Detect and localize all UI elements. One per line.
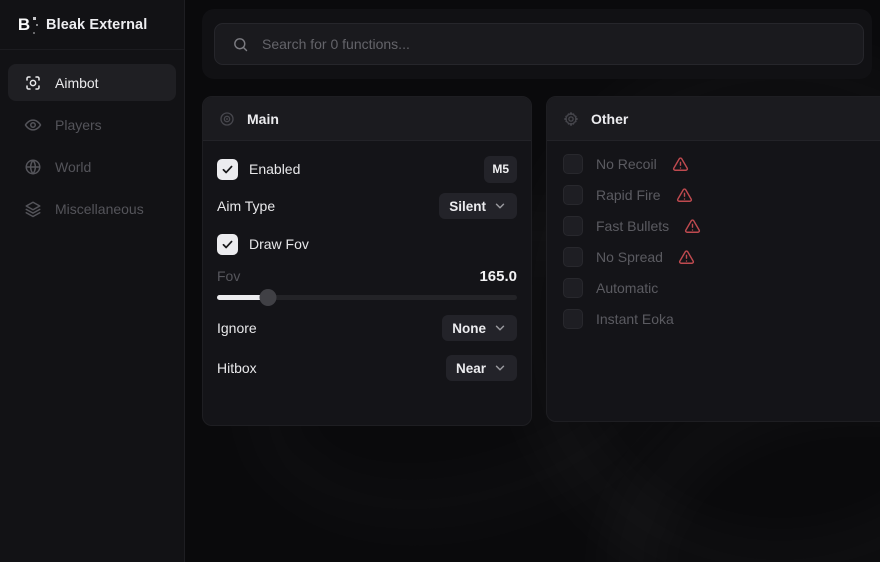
enabled-label: Enabled [249, 161, 300, 177]
sidebar-nav: Aimbot Players World Miscellaneous [0, 50, 184, 241]
instant-eoka-checkbox[interactable] [563, 309, 583, 329]
sidebar: B Bleak External Aimbot Players World Misce… [0, 0, 185, 562]
aim-type-row: Aim Type Silent [217, 193, 517, 219]
search-input[interactable] [262, 36, 846, 52]
warning-icon [672, 156, 689, 173]
search-panel [202, 9, 872, 79]
chevron-down-icon [493, 321, 507, 335]
rapid-fire-label: Rapid Fire [596, 187, 661, 203]
aim-type-value: Silent [449, 199, 486, 214]
sidebar-item-aimbot[interactable]: Aimbot [8, 64, 176, 101]
sidebar-item-label: Players [55, 117, 102, 133]
other-row-no-spread: No Spread [563, 247, 875, 267]
check-icon [221, 238, 234, 251]
enabled-checkbox[interactable] [217, 159, 238, 180]
rapid-fire-checkbox[interactable] [563, 185, 583, 205]
no-recoil-checkbox[interactable] [563, 154, 583, 174]
sidebar-item-label: Miscellaneous [55, 201, 144, 217]
fast-bullets-checkbox[interactable] [563, 216, 583, 236]
aim-type-label: Aim Type [217, 198, 275, 214]
other-row-automatic: Automatic [563, 278, 875, 298]
draw-fov-row: Draw Fov [217, 231, 517, 257]
warning-icon [676, 187, 693, 204]
other-panel: Other No RecoilRapid FireFast BulletsNo … [546, 96, 880, 422]
check-icon [221, 163, 234, 176]
enabled-row: Enabled M5 [217, 155, 517, 183]
fast-bullets-label: Fast Bullets [596, 218, 669, 234]
draw-fov-label: Draw Fov [249, 236, 309, 252]
hitbox-select[interactable]: Near [446, 355, 517, 381]
fov-label: Fov [217, 268, 240, 284]
globe-icon [24, 158, 42, 176]
layers-icon [24, 200, 42, 218]
fov-slider[interactable] [217, 289, 517, 306]
other-row-fast-bullets: Fast Bullets [563, 216, 875, 236]
hitbox-label: Hitbox [217, 360, 257, 376]
search-box[interactable] [214, 23, 864, 65]
search-icon [232, 36, 249, 53]
main-panel-body: Enabled M5 Aim Type Silent Draw Fov [203, 141, 531, 381]
automatic-label: Automatic [596, 280, 658, 296]
ignore-row: Ignore None [217, 315, 517, 341]
ignore-select[interactable]: None [442, 315, 517, 341]
main-content: Main Enabled M5 Aim Type Silent [185, 0, 880, 562]
draw-fov-checkbox[interactable] [217, 234, 238, 255]
logo-letter: B [18, 16, 30, 33]
target-icon [219, 111, 235, 127]
warning-icon [678, 249, 695, 266]
app-title: Bleak External [46, 17, 147, 33]
main-panel: Main Enabled M5 Aim Type Silent [202, 96, 532, 426]
fov-value: 165.0 [479, 268, 517, 285]
app-window: B Bleak External Aimbot Players World Misce… [0, 0, 880, 562]
no-spread-label: No Spread [596, 249, 663, 265]
ignore-value: None [452, 321, 486, 336]
other-panel-header: Other [547, 97, 880, 141]
other-row-rapid-fire: Rapid Fire [563, 185, 875, 205]
hitbox-row: Hitbox Near [217, 355, 517, 381]
main-panel-header: Main [203, 97, 531, 141]
fov-row: Fov 165.0 [217, 267, 517, 285]
gear-icon [563, 111, 579, 127]
aim-type-select[interactable]: Silent [439, 193, 517, 219]
no-spread-checkbox[interactable] [563, 247, 583, 267]
app-header: B Bleak External [0, 0, 184, 50]
sidebar-item-players[interactable]: Players [8, 106, 176, 143]
other-panel-body: No Recoil Rapid Fire Fast Bullets No Spread… [547, 141, 880, 329]
panel-title: Main [247, 111, 279, 127]
instant-eoka-label: Instant Eoka [596, 311, 674, 327]
automatic-checkbox[interactable] [563, 278, 583, 298]
aimbot-icon [24, 74, 42, 92]
fov-slider-thumb[interactable] [260, 289, 277, 306]
eye-icon [24, 116, 42, 134]
chevron-down-icon [493, 199, 507, 213]
other-row-no-recoil: No Recoil [563, 154, 875, 174]
other-row-instant-eoka: Instant Eoka [563, 309, 875, 329]
hitbox-value: Near [456, 361, 486, 376]
chevron-down-icon [493, 361, 507, 375]
enabled-keybind-button[interactable]: M5 [484, 156, 517, 183]
sidebar-item-miscellaneous[interactable]: Miscellaneous [8, 190, 176, 227]
no-recoil-label: No Recoil [596, 156, 657, 172]
panel-title: Other [591, 111, 628, 127]
sidebar-item-label: World [55, 159, 91, 175]
sidebar-item-label: Aimbot [55, 75, 99, 91]
app-logo-icon: B [13, 14, 35, 36]
ignore-label: Ignore [217, 320, 257, 336]
sidebar-item-world[interactable]: World [8, 148, 176, 185]
warning-icon [684, 218, 701, 235]
